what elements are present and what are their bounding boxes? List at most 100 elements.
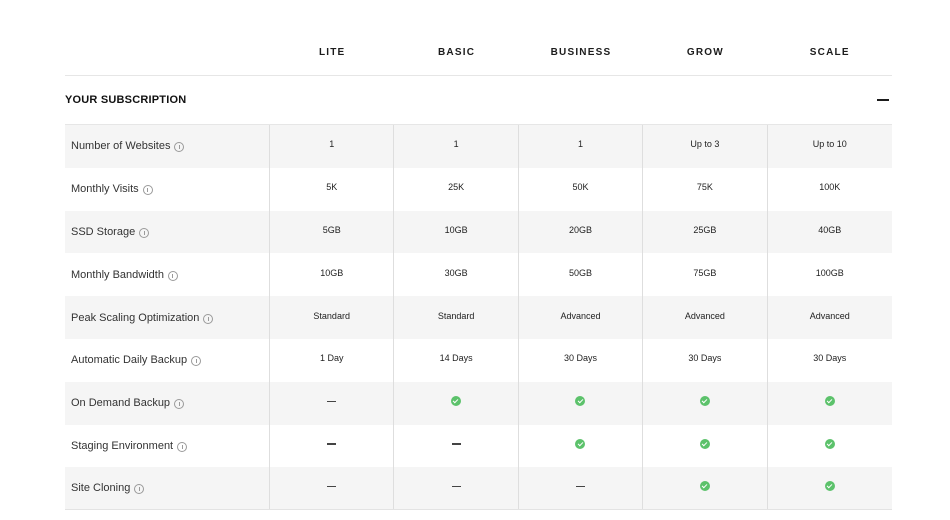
info-icon[interactable]: [134, 484, 145, 495]
check-icon: [824, 438, 835, 449]
plan-value-cell: 14 Days: [394, 338, 519, 382]
plan-value: 30 Days: [688, 353, 722, 364]
info-icon[interactable]: [139, 227, 150, 238]
plan-value-cell: 75K: [643, 167, 768, 211]
plan-value-cell: 1: [519, 125, 644, 168]
feature-label: Staging Environment: [71, 439, 174, 452]
plan-value: 10GB: [444, 224, 468, 235]
plan-value: 14 Days: [439, 353, 473, 364]
section-title: YOUR SUBSCRIPTION: [65, 94, 187, 106]
feature-label: Monthly Bandwidth: [71, 268, 164, 281]
plan-value: 75K: [696, 182, 713, 193]
dash-icon: [451, 485, 461, 487]
feature-name: SSD Storage: [65, 210, 270, 254]
plan-value-cell: [270, 467, 395, 510]
plan-value-cell: 50GB: [519, 253, 644, 297]
minus-icon[interactable]: [876, 93, 890, 107]
plan-value-cell: 30GB: [394, 253, 519, 297]
feature-name: Monthly Bandwidth: [65, 253, 270, 297]
feature-name: Automatic Daily Backup: [65, 338, 270, 382]
plan-value-cell: 30 Days: [643, 338, 768, 382]
plan-value-cell: Up to 3: [643, 125, 768, 168]
info-icon[interactable]: [191, 356, 202, 367]
plan-value: Advanced: [560, 310, 601, 321]
dash-icon: [327, 400, 337, 402]
plan-value-cell: 100K: [768, 168, 892, 211]
plan-value-cell: [768, 467, 892, 509]
plan-value-cell: 5K: [270, 167, 395, 211]
feature-name: Peak Scaling Optimization: [65, 296, 270, 339]
feature-label: Automatic Daily Backup: [71, 354, 188, 367]
plan-value-cell: 100GB: [768, 253, 892, 296]
plan-comparison-table: LITE BASIC BUSINESS GROW SCALE YOUR SUBS…: [65, 0, 892, 511]
plan-value-cell: 30 Days: [519, 338, 644, 382]
table-row: Number of Websites 1 1 1 Up to 3 Up to 10: [65, 125, 892, 168]
dash-icon: [327, 443, 337, 445]
plan-value: 100GB: [815, 267, 844, 278]
plan-value-cell: 25K: [394, 167, 519, 211]
plan-value-cell: 75GB: [643, 253, 768, 297]
plan-value-cell: 5GB: [270, 210, 395, 254]
plan-value: 75GB: [693, 267, 717, 278]
plan-value: 1: [329, 139, 335, 150]
info-icon[interactable]: [142, 185, 153, 196]
dash-icon: [327, 485, 337, 487]
table-row: Peak Scaling Optimization Standard Standar…: [65, 296, 892, 339]
plan-value-cell: 10GB: [270, 253, 395, 297]
feature-label: Site Cloning: [71, 482, 131, 495]
plan-value: 20GB: [568, 224, 592, 235]
section-header[interactable]: YOUR SUBSCRIPTION: [65, 76, 892, 125]
plan-value-cell: 30 Days: [768, 339, 892, 382]
feature-label: Number of Websites: [71, 140, 171, 153]
table-row: Monthly Bandwidth 10GB 30GB 50GB 75GB 100GB: [65, 253, 892, 297]
check-icon: [575, 438, 586, 449]
plan-value-cell: [519, 381, 644, 425]
plan-value-cell: [270, 424, 395, 468]
plan-value: Up to 3: [690, 139, 720, 150]
info-icon[interactable]: [174, 142, 185, 153]
plan-value-cell: Standard: [394, 296, 519, 339]
feature-label: On Demand Backup: [71, 397, 171, 410]
check-icon: [699, 438, 710, 449]
plan-value-cell: [519, 467, 644, 510]
plan-value-cell: Advanced: [643, 296, 768, 339]
plan-value: 100K: [819, 182, 841, 193]
plan-value: Standard: [313, 310, 350, 321]
plan-value-cell: [394, 381, 519, 425]
plan-value-cell: [643, 381, 768, 425]
table-row: On Demand Backup: [65, 381, 892, 425]
plan-value: 30GB: [444, 267, 468, 278]
feature-name: Number of Websites: [65, 125, 270, 168]
check-icon: [699, 396, 710, 407]
feature-label: Monthly Visits: [71, 183, 139, 196]
table-row: Site Cloning: [65, 467, 892, 511]
info-icon[interactable]: [177, 441, 188, 452]
plan-value-cell: 25GB: [643, 210, 768, 254]
plan-name-scale: SCALE: [809, 47, 850, 58]
plan-value-cell: 1: [394, 125, 519, 168]
plan-value-cell: [768, 425, 892, 468]
plan-value: 10GB: [320, 267, 344, 278]
plan-value: Up to 10: [812, 139, 847, 150]
feature-name: Monthly Visits: [65, 167, 270, 211]
plan-value-cell: Up to 10: [768, 125, 892, 168]
plan-value-cell: [768, 382, 892, 425]
plan-value-cell: 40GB: [768, 211, 892, 254]
check-icon: [824, 481, 835, 492]
plan-value: Standard: [437, 310, 475, 321]
plan-value: 50K: [572, 182, 589, 193]
plan-value: 1: [453, 139, 459, 150]
info-icon[interactable]: [174, 399, 185, 410]
plan-value: 1: [577, 139, 583, 150]
plan-value: 5GB: [322, 224, 341, 235]
plan-value: 40GB: [818, 224, 842, 235]
plan-value-cell: [643, 424, 768, 468]
plan-value-cell: Advanced: [768, 296, 892, 339]
plan-value-cell: 1: [270, 125, 395, 168]
plan-value: 5K: [326, 182, 338, 193]
plan-header-row: LITE BASIC BUSINESS GROW SCALE: [65, 0, 892, 76]
info-icon[interactable]: [203, 313, 214, 324]
plan-value-cell: 20GB: [519, 210, 644, 254]
plan-value-cell: [270, 381, 395, 425]
info-icon[interactable]: [167, 270, 178, 281]
